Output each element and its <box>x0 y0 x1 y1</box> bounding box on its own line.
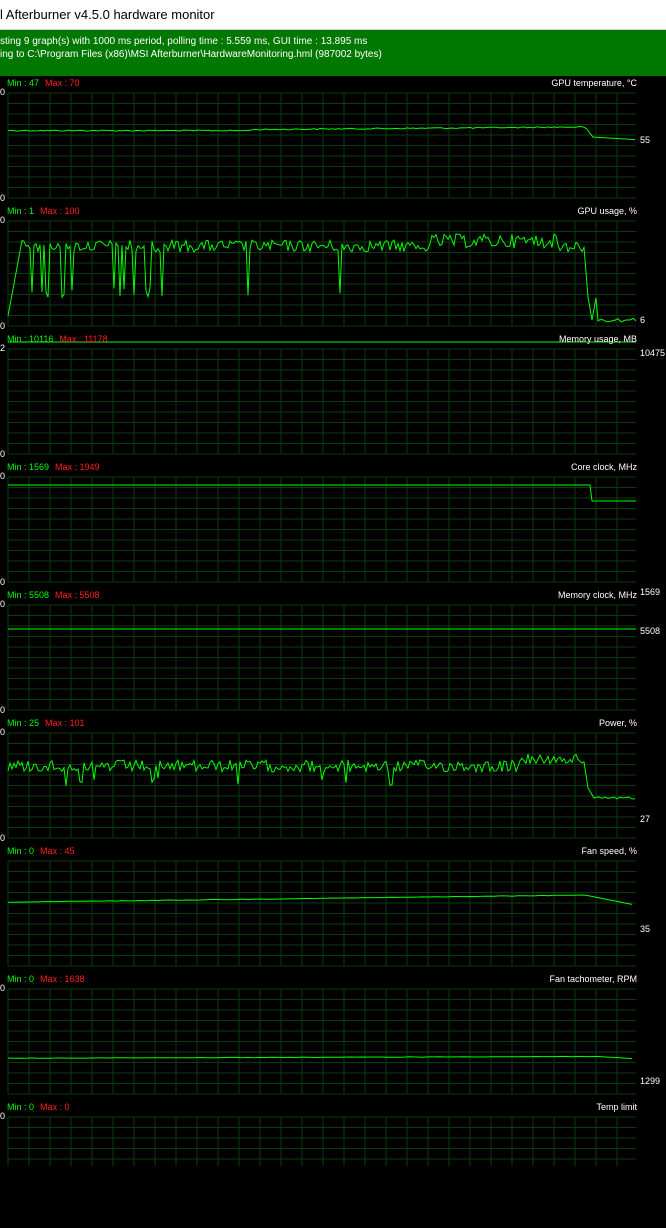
graph-canvas <box>7 988 636 1095</box>
graph-min: Min : 5508 <box>7 590 50 600</box>
graph-max: Max : 1949 <box>55 462 100 472</box>
graph-ymin-label: 0 <box>0 193 6 203</box>
graph-max: Max : 5508 <box>55 590 100 600</box>
graph-canvas <box>7 860 636 967</box>
graph-trace <box>7 753 636 800</box>
graph-ymin-label: 0 <box>0 577 6 587</box>
graph-min: Min : 0 <box>7 1102 35 1112</box>
graph-minmax: Min : 0 Max : 1638 <box>7 974 85 984</box>
graph-canvas <box>7 732 636 839</box>
graph-current-value: 6 <box>640 315 646 325</box>
status-line-logging: ing to C:\Program Files (x86)\MSI Afterb… <box>0 49 382 60</box>
graph-current-value: 55 <box>640 135 651 145</box>
graph-min: Min : 0 <box>7 846 35 856</box>
status-line-polling: sting 9 graph(s) with 1000 ms period, po… <box>0 36 368 47</box>
graph-ymax-label: 0 <box>0 87 6 97</box>
graph-minmax: Min : 0 Max : 0 <box>7 1102 70 1112</box>
graph-canvas <box>7 604 636 711</box>
graph-panel-core-clock[interactable]: Min : 1569 Max : 1949 Core clock, MHz 156… <box>0 460 666 597</box>
graph-ymax-label: 0 <box>0 215 6 225</box>
graph-canvas <box>7 476 636 583</box>
graph-title: GPU usage, % <box>577 206 637 216</box>
graph-max: Max : 100 <box>40 206 80 216</box>
graph-ymax-label: 0 <box>0 1111 6 1121</box>
graph-current-value: 35 <box>640 924 651 934</box>
graph-title: Core clock, MHz <box>570 462 637 472</box>
graph-min: Min : 47 <box>7 78 40 88</box>
graph-max: Max : 1638 <box>40 974 85 984</box>
graph-trace <box>7 1055 633 1059</box>
graph-minmax: Min : 1 Max : 100 <box>7 206 80 216</box>
graph-panel-memory-clock[interactable]: Min : 5508 Max : 5508 Memory clock, MHz 5… <box>0 588 666 716</box>
graph-title: Temp limit <box>596 1102 637 1112</box>
graph-min: Min : 25 <box>7 718 40 728</box>
graph-max: Max : 11178 <box>59 334 108 344</box>
graph-ymin-label: 0 <box>0 321 6 331</box>
graph-panel-gpu-temperature[interactable]: Min : 47 Max : 70 GPU temperature, °C 55 … <box>0 76 666 204</box>
graph-trace <box>7 125 636 141</box>
graph-ymin-label: 0 <box>0 705 6 715</box>
graphs-area[interactable]: Min : 47 Max : 70 GPU temperature, °C 55 … <box>0 76 666 1166</box>
graph-minmax: Min : 10116 Max : 11178 <box>7 334 108 344</box>
graph-canvas <box>7 1116 636 1166</box>
graph-max: Max : 0 <box>40 1102 70 1112</box>
graph-minmax: Min : 25 Max : 101 <box>7 718 85 728</box>
window-title: l Afterburner v4.5.0 hardware monitor <box>0 7 215 22</box>
graph-ymax-label: 0 <box>0 471 6 481</box>
status-panel: sting 9 graph(s) with 1000 ms period, po… <box>0 30 666 76</box>
graph-current-value: 27 <box>640 814 651 824</box>
graph-panel-temp-limit[interactable]: Min : 0 Max : 0 Temp limit 0 <box>0 1100 666 1228</box>
graph-panel-memory-usage[interactable]: Min : 10116 Max : 11178 Memory usage, MB … <box>0 332 666 460</box>
graph-min: Min : 10116 <box>7 334 54 344</box>
graph-title: Power, % <box>598 718 637 728</box>
title-bar[interactable]: l Afterburner v4.5.0 hardware monitor <box>0 0 666 30</box>
graph-ymin-label: 0 <box>0 449 6 459</box>
graph-trace <box>7 233 637 323</box>
graph-ymin-label: 0 <box>0 833 6 843</box>
graph-minmax: Min : 5508 Max : 5508 <box>7 590 100 600</box>
graph-ymax-label: 0 <box>0 727 6 737</box>
graph-current-value: 1299 <box>640 1076 661 1086</box>
graph-canvas <box>7 220 637 327</box>
graph-title: GPU temperature, °C <box>551 78 637 88</box>
graph-title: Memory clock, MHz <box>557 590 637 600</box>
graph-minmax: Min : 0 Max : 45 <box>7 846 75 856</box>
graph-canvas <box>7 341 636 455</box>
graph-max: Max : 70 <box>45 78 80 88</box>
graph-max: Max : 101 <box>45 718 85 728</box>
graph-ymax-label: 2 <box>0 343 6 353</box>
graph-title: Fan tachometer, RPM <box>549 974 637 984</box>
graph-panel-gpu-usage[interactable]: Min : 1 Max : 100 GPU usage, % 6 0 0 <box>0 204 666 332</box>
graph-panel-fan-tachometer[interactable]: Min : 0 Max : 1638 Fan tachometer, RPM 12… <box>0 972 666 1100</box>
graph-min: Min : 1 <box>7 206 35 216</box>
graph-current-value: 10475 <box>640 348 666 358</box>
graph-title: Fan speed, % <box>581 846 637 856</box>
graph-panel-fan-speed[interactable]: Min : 0 Max : 45 Fan speed, % 35 <box>0 844 666 972</box>
graph-ymax-label: 0 <box>0 983 6 993</box>
graph-min: Min : 0 <box>7 974 35 984</box>
graph-ymax-label: 0 <box>0 599 6 609</box>
graph-minmax: Min : 1569 Max : 1949 <box>7 462 100 472</box>
graph-panel-power[interactable]: Min : 25 Max : 101 Power, % 27 0 0 <box>0 716 666 844</box>
graph-title: Memory usage, MB <box>558 334 637 344</box>
graph-max: Max : 45 <box>40 846 75 856</box>
graph-canvas <box>7 92 636 199</box>
graph-current-value: 5508 <box>640 626 661 636</box>
graph-minmax: Min : 47 Max : 70 <box>7 78 80 88</box>
graph-min: Min : 1569 <box>7 462 50 472</box>
